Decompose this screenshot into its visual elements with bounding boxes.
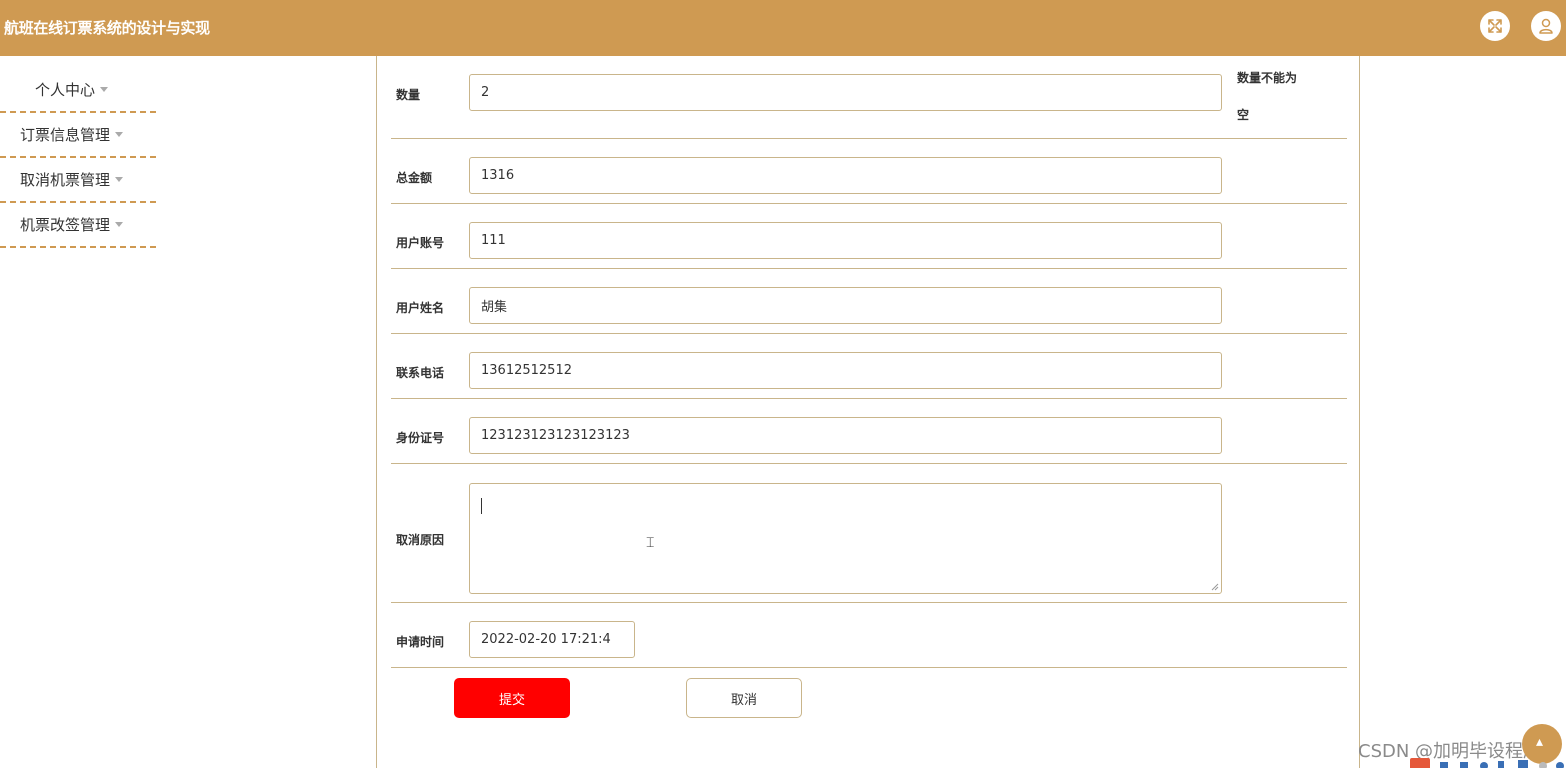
quantity-label: 数量 (396, 88, 421, 102)
id-number-input[interactable]: 123123123123123123 (469, 417, 1222, 454)
caret-down-icon (115, 177, 124, 182)
fullscreen-icon (1488, 19, 1502, 33)
text-cursor (481, 498, 482, 514)
sidebar-item-label: 机票改签管理 (20, 216, 111, 234)
caret-down-icon (100, 87, 109, 92)
phone-label: 联系电话 (396, 366, 445, 380)
reason-textarea[interactable]: ⌶ (469, 483, 1222, 594)
user-icon (1539, 18, 1553, 34)
phone-input[interactable]: 13612512512 (469, 352, 1222, 389)
form-row-id-number: 身份证号 123123123123123123 (391, 399, 1347, 464)
total-label: 总金额 (396, 171, 433, 185)
cancel-button[interactable]: 取消 (686, 678, 802, 718)
quantity-input[interactable]: 2 (469, 74, 1222, 111)
fullscreen-button[interactable] (1480, 11, 1510, 41)
quantity-error: 数量不能为空 (1237, 71, 1298, 122)
account-label: 用户账号 (396, 236, 445, 250)
ibeam-cursor-icon: ⌶ (646, 535, 655, 551)
form-row-apply-time: 申请时间 2022-02-20 17:21:4 (391, 603, 1347, 668)
user-button[interactable] (1531, 11, 1561, 41)
total-input[interactable]: 1316 (469, 157, 1222, 194)
sidebar-item-ticket-change-management[interactable]: 机票改签管理 (0, 203, 156, 248)
system-tray-icons (1410, 758, 1564, 768)
form-row-quantity: 数量 2 数量不能为空 (391, 56, 1347, 139)
reason-label: 取消原因 (396, 533, 445, 547)
sidebar-item-cancel-ticket-management[interactable]: 取消机票管理 (0, 158, 156, 203)
sidebar: 个人中心 订票信息管理 取消机票管理 机票改签管理 (0, 68, 156, 248)
form-row-reason: 取消原因 ⌶ (391, 464, 1347, 603)
sidebar-item-booking-management[interactable]: 订票信息管理 (0, 113, 156, 158)
form-row-phone: 联系电话 13612512512 (391, 334, 1347, 399)
form-row-account: 用户账号 111 (391, 204, 1347, 269)
caret-down-icon (115, 132, 124, 137)
account-input[interactable]: 111 (469, 222, 1222, 259)
name-input[interactable]: 胡集 (469, 287, 1222, 324)
sidebar-item-label: 取消机票管理 (20, 171, 111, 189)
id-number-label: 身份证号 (396, 431, 445, 445)
apply-time-label: 申请时间 (396, 635, 445, 649)
top-bar: 航班在线订票系统的设计与实现 (0, 0, 1566, 56)
app-title: 航班在线订票系统的设计与实现 (4, 19, 210, 37)
apply-time-input[interactable]: 2022-02-20 17:21:4 (469, 621, 635, 658)
name-label: 用户姓名 (396, 301, 445, 315)
caret-down-icon (115, 222, 124, 227)
form-row-total: 总金额 1316 (391, 139, 1347, 204)
resize-grip-icon[interactable] (1211, 583, 1219, 591)
sidebar-item-label: 订票信息管理 (20, 126, 111, 144)
form-panel: 数量 2 数量不能为空 总金额 1316 用户账号 111 用户姓名 胡集 联系… (376, 56, 1360, 768)
floating-icon: ▴ (1536, 734, 1544, 750)
sidebar-item-label: 个人中心 (35, 81, 96, 99)
submit-button[interactable]: 提交 (454, 678, 570, 718)
form-row-name: 用户姓名 胡集 (391, 269, 1347, 334)
sidebar-item-personal-center[interactable]: 个人中心 (0, 68, 156, 113)
